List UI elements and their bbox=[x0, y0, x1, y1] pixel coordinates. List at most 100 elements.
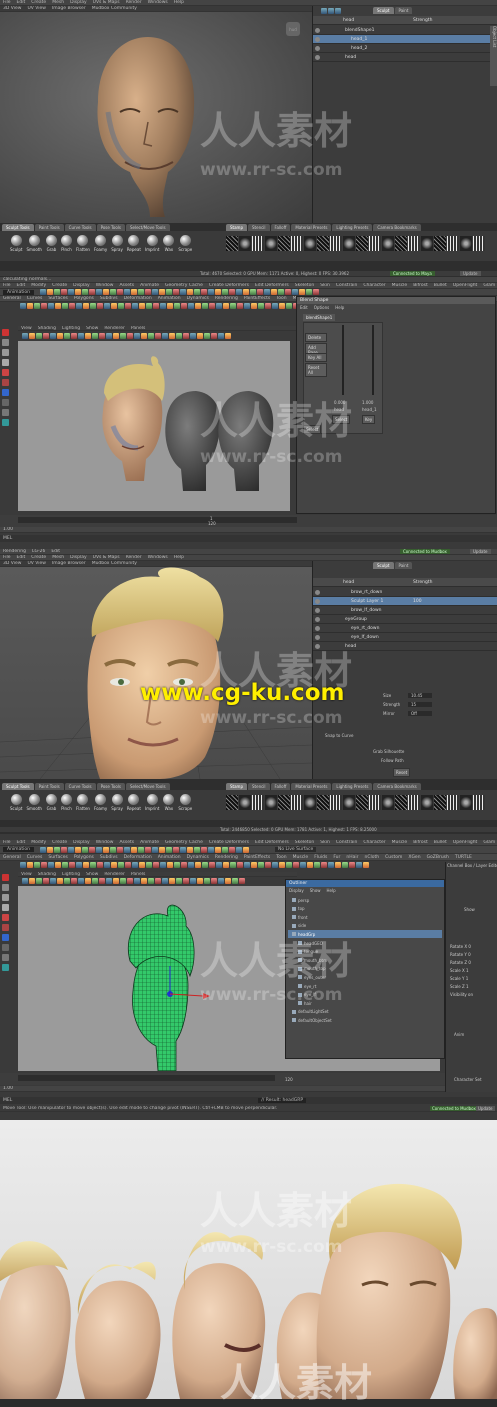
stamp-thumbnail[interactable] bbox=[278, 236, 290, 251]
tool-icon[interactable] bbox=[76, 303, 82, 309]
tool-icon[interactable] bbox=[104, 862, 110, 868]
tool-icon[interactable] bbox=[109, 846, 116, 853]
toolbox-tool-icon[interactable] bbox=[2, 934, 9, 941]
stamp-thumbnail[interactable] bbox=[304, 795, 316, 810]
tool-icon[interactable] bbox=[202, 303, 208, 309]
menu-item-2[interactable]: Modify bbox=[31, 840, 46, 845]
property-value[interactable]: 15 bbox=[408, 702, 432, 707]
tool-icon[interactable] bbox=[123, 846, 130, 853]
layer-row[interactable]: eyeGroup bbox=[313, 615, 497, 624]
tool-icon[interactable] bbox=[67, 846, 74, 853]
stamp-thumbnail[interactable] bbox=[382, 236, 394, 251]
stamp-thumbnail[interactable] bbox=[473, 236, 485, 251]
tool-icon[interactable] bbox=[41, 862, 47, 868]
tool-icon[interactable] bbox=[127, 878, 133, 884]
layer-row[interactable]: head bbox=[313, 642, 497, 651]
tool-icon[interactable] bbox=[151, 846, 158, 853]
tool-icon[interactable] bbox=[195, 303, 201, 309]
visibility-eye-icon[interactable] bbox=[315, 54, 320, 60]
stamp-thumbnail[interactable] bbox=[226, 236, 238, 251]
viewport-menu-item-1[interactable]: Shading bbox=[38, 872, 56, 876]
toolbox-tool-icon[interactable] bbox=[2, 379, 9, 386]
tool-icon[interactable] bbox=[335, 862, 341, 868]
select-button[interactable]: Select bbox=[332, 415, 351, 424]
outliner-item[interactable]: front bbox=[288, 913, 442, 921]
tool-icon[interactable] bbox=[356, 862, 362, 868]
menu-item-4[interactable]: Display bbox=[70, 555, 87, 560]
stamp-thumbnail[interactable] bbox=[421, 236, 433, 251]
tool-icon[interactable] bbox=[237, 303, 243, 309]
tool-icon[interactable] bbox=[146, 303, 152, 309]
range-slider[interactable]: 1.00 bbox=[0, 527, 497, 533]
tool-icon[interactable] bbox=[239, 878, 245, 884]
shelf-tab-17[interactable]: XGen bbox=[408, 855, 420, 860]
tool-icon[interactable] bbox=[41, 303, 47, 309]
sculpt-tab-4[interactable]: Select/Move Tools bbox=[125, 224, 170, 231]
blend-key-all-button[interactable]: Key All bbox=[305, 353, 327, 362]
stamp-tab-0[interactable]: Stamp bbox=[226, 224, 247, 231]
shelf-tab-2[interactable]: Surfaces bbox=[48, 855, 68, 860]
tool-icon[interactable] bbox=[141, 333, 147, 339]
viewport-menu-item-4[interactable]: Renderer bbox=[104, 872, 125, 876]
menu-item-11[interactable]: Skeleton bbox=[295, 840, 314, 845]
tool-icon[interactable] bbox=[314, 862, 320, 868]
tool-icon[interactable] bbox=[272, 303, 278, 309]
stamp-thumbnail[interactable] bbox=[382, 795, 394, 810]
tool-icon[interactable] bbox=[230, 862, 236, 868]
blend-node-tab[interactable]: blendShape1 bbox=[303, 314, 336, 321]
tool-icon[interactable] bbox=[118, 303, 124, 309]
update-button[interactable]: Update bbox=[460, 271, 481, 276]
tool-icon[interactable] bbox=[148, 333, 154, 339]
blend-delete-button[interactable]: Delete bbox=[305, 333, 327, 342]
tool-icon[interactable] bbox=[223, 862, 229, 868]
shelf-tab-0[interactable]: General bbox=[3, 855, 21, 860]
tool-icon[interactable] bbox=[43, 878, 49, 884]
tool-icon[interactable] bbox=[167, 303, 173, 309]
shelf-tab-1[interactable]: Curves bbox=[27, 296, 43, 301]
tool-icon[interactable] bbox=[218, 333, 224, 339]
tool-icon[interactable] bbox=[218, 878, 224, 884]
toolbox-tool-icon[interactable] bbox=[2, 329, 9, 336]
layer-row[interactable]: brow_lf_down bbox=[313, 606, 497, 615]
tool-icon[interactable] bbox=[139, 862, 145, 868]
tool-icon[interactable] bbox=[221, 289, 228, 295]
outliner-item[interactable]: headGEO bbox=[288, 939, 442, 947]
menu-item-1[interactable]: Edit bbox=[17, 283, 26, 288]
sculpt-tool-wax[interactable]: Wax bbox=[163, 794, 175, 811]
tool-icon[interactable] bbox=[242, 846, 249, 853]
tool-icon[interactable] bbox=[279, 303, 285, 309]
view-tab-3[interactable]: Mudbox Community bbox=[92, 561, 137, 566]
tool-icon[interactable] bbox=[244, 303, 250, 309]
top-menu-item-2[interactable]: Edit bbox=[51, 549, 60, 554]
tool-icon[interactable] bbox=[183, 333, 189, 339]
tool-icon[interactable] bbox=[270, 289, 277, 295]
toolbox-tool-icon[interactable] bbox=[2, 904, 9, 911]
tool-icon[interactable] bbox=[277, 289, 284, 295]
tool-icon[interactable] bbox=[120, 333, 126, 339]
shelf-tab-0[interactable]: General bbox=[3, 296, 21, 301]
range-slider[interactable]: 1.00 bbox=[0, 1086, 445, 1092]
tool-icon[interactable] bbox=[99, 333, 105, 339]
toolbox-tool-icon[interactable] bbox=[2, 419, 9, 426]
sculpt-tool-spray[interactable]: Spray bbox=[111, 235, 123, 252]
viewport-menu-item-2[interactable]: Lighting bbox=[62, 872, 80, 876]
menu-item-15[interactable]: Muscle bbox=[392, 283, 408, 288]
menu-item-11[interactable]: Skeleton bbox=[295, 283, 314, 288]
menu-item-5[interactable]: UVs & Maps bbox=[93, 555, 120, 560]
shelf-tab-6[interactable]: Animation bbox=[158, 855, 181, 860]
tool-icon[interactable] bbox=[186, 846, 193, 853]
menu-item-1[interactable]: Edit bbox=[17, 840, 26, 845]
shelf-tab-10[interactable]: Toon bbox=[276, 296, 286, 301]
tool-icon[interactable] bbox=[34, 862, 40, 868]
tool-icon[interactable] bbox=[158, 846, 165, 853]
tool-icon[interactable] bbox=[123, 289, 130, 295]
toolbox-tool-icon[interactable] bbox=[2, 349, 9, 356]
tab-sculpt[interactable]: Sculpt bbox=[373, 562, 394, 569]
menu-item-18[interactable]: OpenFlight bbox=[453, 840, 478, 845]
sculpt-tool-sculpt[interactable]: Sculpt bbox=[10, 235, 23, 252]
sculpt-tool-smooth[interactable]: Smooth bbox=[27, 235, 42, 252]
shelf-tab-10[interactable]: Toon bbox=[276, 855, 286, 860]
outliner-menu-item-0[interactable]: Display bbox=[289, 888, 304, 893]
visibility-eye-icon[interactable] bbox=[315, 598, 320, 604]
stamp-thumbnail[interactable] bbox=[304, 236, 316, 251]
